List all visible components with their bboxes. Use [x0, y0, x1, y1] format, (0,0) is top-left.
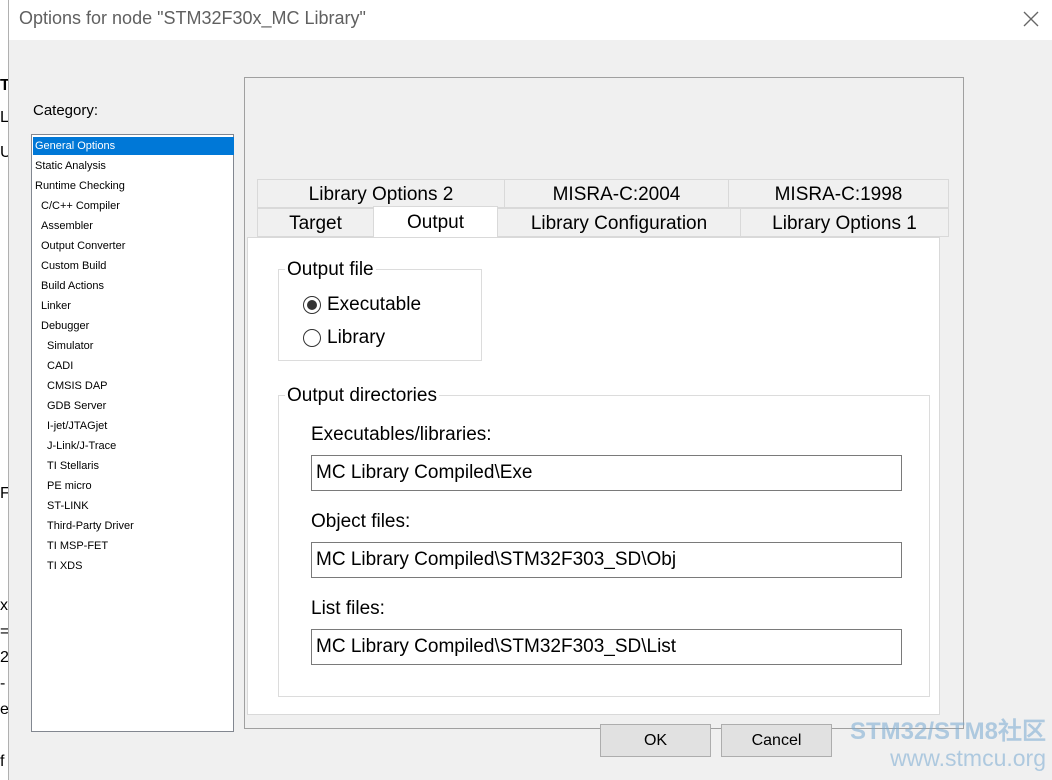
executables-libraries-input[interactable] — [311, 455, 902, 491]
background-char: F — [0, 486, 8, 502]
category-item-c-cpp-compiler[interactable]: C/C++ Compiler — [41, 197, 120, 215]
tab-misra-c-1998[interactable]: MISRA-C:1998 — [728, 179, 949, 208]
category-item-jlink-jtrace[interactable]: J-Link/J-Trace — [47, 437, 116, 455]
ok-button[interactable]: OK — [600, 724, 711, 757]
library-radio-label: Library — [327, 327, 386, 348]
category-item-static-analysis[interactable]: Static Analysis — [35, 157, 106, 175]
tab-library-options-2[interactable]: Library Options 2 — [257, 179, 505, 208]
dialog-title: Options for node "STM32F30x_MC Library" — [19, 8, 366, 28]
category-item-runtime-checking[interactable]: Runtime Checking — [35, 177, 125, 195]
category-item-pe-micro[interactable]: PE micro — [47, 477, 92, 495]
background-char: - — [0, 676, 6, 692]
category-item-assembler[interactable]: Assembler — [41, 217, 93, 235]
output-directories-group-title: Output directories — [285, 385, 439, 407]
background-app-strip: T L U F x = 2 - e f — [0, 0, 8, 780]
watermark-line-2: www.stmcu.org — [890, 745, 1046, 771]
category-list[interactable]: General Options Static Analysis Runtime … — [31, 134, 234, 732]
tab-library-configuration[interactable]: Library Configuration — [497, 208, 741, 237]
executable-radio[interactable]: Executable — [303, 293, 421, 317]
tab-target[interactable]: Target — [257, 208, 374, 237]
executable-radio-label: Executable — [327, 294, 422, 315]
category-item-general-options[interactable]: General Options — [33, 137, 234, 155]
category-item-st-link[interactable]: ST-LINK — [47, 497, 89, 515]
tab-library-options-1[interactable]: Library Options 1 — [740, 208, 949, 237]
category-item-debugger[interactable]: Debugger — [41, 317, 89, 335]
tab-output[interactable]: Output — [373, 206, 498, 237]
category-item-third-party-driver[interactable]: Third-Party Driver — [47, 517, 134, 535]
category-item-ijet-jtagjet[interactable]: I-jet/JTAGjet — [47, 417, 107, 435]
output-file-group-title: Output file — [285, 259, 376, 281]
background-char: U — [0, 145, 8, 161]
watermark-line-1: STM32/STM8社区 — [849, 718, 1046, 745]
executables-libraries-label: Executables/libraries: — [311, 424, 492, 445]
tab-misra-c-2004[interactable]: MISRA-C:2004 — [504, 179, 729, 208]
list-files-input[interactable] — [311, 629, 902, 665]
background-char: L — [0, 110, 8, 126]
object-files-input[interactable] — [311, 542, 902, 578]
category-item-output-converter[interactable]: Output Converter — [41, 237, 125, 255]
background-char: 2 — [0, 650, 8, 666]
list-files-label: List files: — [311, 598, 385, 619]
background-char: = — [0, 624, 8, 640]
category-item-ti-stellaris[interactable]: TI Stellaris — [47, 457, 99, 475]
category-item-custom-build[interactable]: Custom Build — [41, 257, 106, 275]
watermark: STM32/STM8社区 www.stmcu.org — [850, 718, 1046, 770]
category-item-cadi[interactable]: CADI — [47, 357, 73, 375]
library-radio[interactable]: Library — [303, 326, 385, 350]
category-label: Category: — [33, 102, 99, 119]
title-bar: Options for node "STM32F30x_MC Library" — [9, 0, 1052, 40]
background-char: f — [0, 754, 5, 770]
object-files-label: Object files: — [311, 511, 411, 532]
radio-selected-icon — [303, 296, 321, 314]
background-char: x — [0, 598, 8, 614]
background-char: T — [0, 78, 8, 94]
category-item-build-actions[interactable]: Build Actions — [41, 277, 104, 295]
category-item-ti-xds[interactable]: TI XDS — [47, 557, 82, 575]
category-item-gdb-server[interactable]: GDB Server — [47, 397, 106, 415]
cancel-button[interactable]: Cancel — [721, 724, 832, 757]
background-char: e — [0, 702, 8, 718]
close-button[interactable] — [1019, 7, 1043, 31]
category-item-ti-msp-fet[interactable]: TI MSP-FET — [47, 537, 108, 555]
category-item-linker[interactable]: Linker — [41, 297, 71, 315]
category-item-cmsis-dap[interactable]: CMSIS DAP — [47, 377, 108, 395]
category-item-simulator[interactable]: Simulator — [47, 337, 93, 355]
close-icon — [1023, 11, 1039, 27]
radio-unselected-icon — [303, 329, 321, 347]
